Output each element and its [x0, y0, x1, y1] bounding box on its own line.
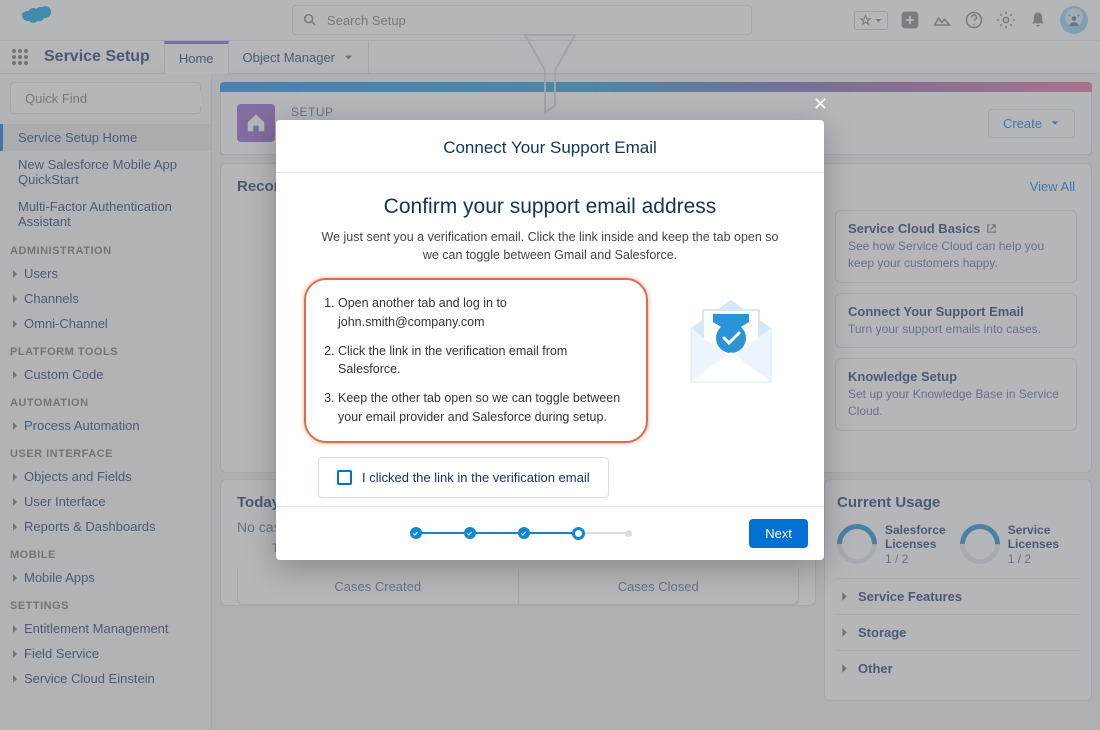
- confirm-checkbox-row[interactable]: I clicked the link in the verification e…: [318, 457, 609, 498]
- modal-desc: We just sent you a verification email. C…: [315, 229, 785, 264]
- step-done: [518, 527, 530, 539]
- step-item: Open another tab and log in to john.smit…: [338, 294, 628, 332]
- checkbox-label: I clicked the link in the verification e…: [362, 470, 590, 485]
- envelope-icon: [666, 278, 796, 398]
- step-item: Click the link in the verification email…: [338, 342, 628, 380]
- modal-header: Connect Your Support Email: [276, 120, 824, 173]
- step-current: [572, 527, 585, 540]
- modal-title: Confirm your support email address: [304, 195, 796, 219]
- step-future: [625, 530, 632, 537]
- modal-steps: Open another tab and log in to john.smit…: [304, 278, 648, 443]
- step-item: Keep the other tab open so we can toggle…: [338, 389, 628, 427]
- checkbox[interactable]: [337, 470, 352, 485]
- step-done: [410, 527, 422, 539]
- next-button[interactable]: Next: [749, 519, 808, 548]
- modal-overlay: ✕ Connect Your Support Email Confirm you…: [0, 0, 1100, 730]
- modal: ✕ Connect Your Support Email Confirm you…: [276, 120, 824, 560]
- progress-indicator: [292, 527, 749, 540]
- step-done: [464, 527, 476, 539]
- close-button[interactable]: ✕: [813, 94, 828, 115]
